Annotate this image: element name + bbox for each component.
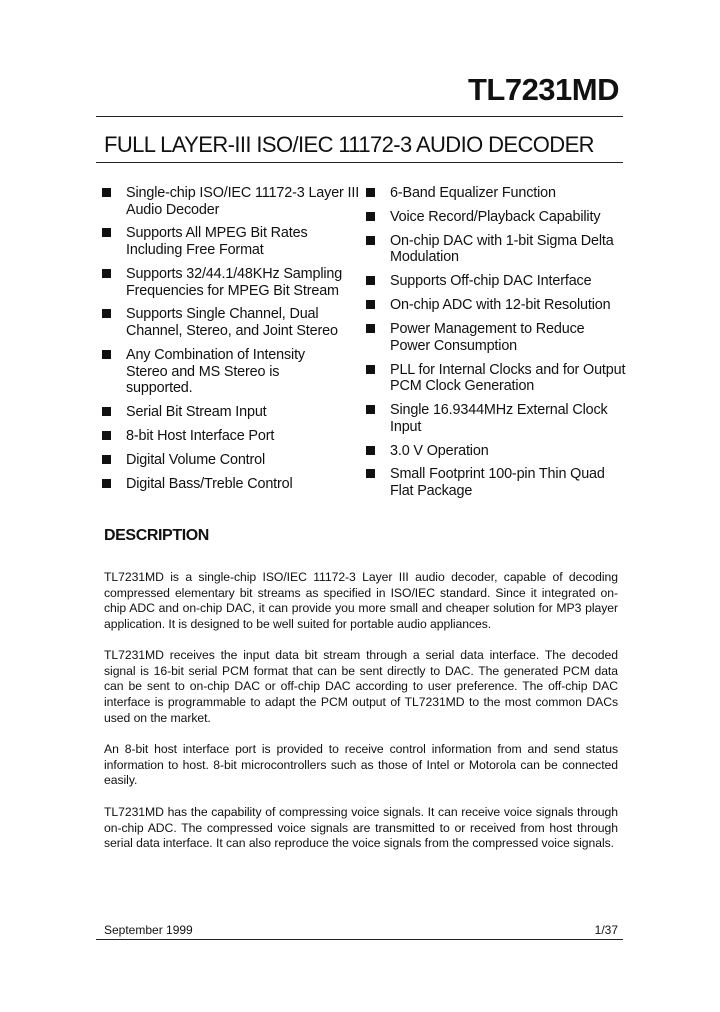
feature-text: 3.0 V Operation <box>390 442 489 459</box>
feature-text: 6-Band Equalizer Function <box>390 185 556 201</box>
feature-item: Power Management to Reduce Power Consump… <box>364 321 626 354</box>
feature-text: Single-chip ISO/IEC 11172-3 Layer III Au… <box>126 185 360 218</box>
square-bullet-icon <box>366 276 375 286</box>
feature-text: Single 16.9344MHz External Clock Input <box>390 402 608 435</box>
description-paragraph: TL7231MD is a single-chip ISO/IEC 11172-… <box>104 570 618 632</box>
feature-text: Supports All MPEG Bit Rates Including Fr… <box>126 225 308 259</box>
feature-item: Single 16.9344MHz External Clock Input <box>364 402 626 435</box>
feature-item: Digital Bass/Treble Control <box>100 476 362 493</box>
square-bullet-icon <box>366 469 375 479</box>
feature-text: Supports 32/44.1/48KHz Sampling Frequenc… <box>126 265 343 299</box>
description-paragraph: An 8-bit host interface port is provided… <box>104 742 618 788</box>
feature-text: 8-bit Host Interface Port <box>126 427 275 444</box>
feature-text: Voice Record/Playback Capability <box>390 208 601 225</box>
feature-text: On-chip ADC with 12-bit Resolution <box>390 297 611 314</box>
feature-item: Serial Bit Stream Input <box>100 404 362 421</box>
square-bullet-icon <box>102 349 111 359</box>
feature-text: Digital Bass/Treble Control <box>126 475 293 492</box>
feature-text: On-chip DAC with 1-bit Sigma Delta Modul… <box>390 232 614 266</box>
features-left-column: Single-chip ISO/IEC 11172-3 Layer III Au… <box>100 185 362 500</box>
square-bullet-icon <box>366 211 375 221</box>
feature-text: Supports Single Channel, Dual Channel, S… <box>126 306 338 340</box>
header-rule-bottom <box>96 162 623 163</box>
feature-item: 3.0 V Operation <box>364 443 626 460</box>
footer-page-number: 1/37 <box>594 923 618 937</box>
feature-item: On-chip DAC with 1-bit Sigma Delta Modul… <box>364 233 626 266</box>
feature-text: Digital Volume Control <box>126 451 266 468</box>
feature-item: PLL for Internal Clocks and for Output P… <box>364 362 626 395</box>
feature-item: Supports All MPEG Bit Rates Including Fr… <box>100 225 362 258</box>
square-bullet-icon <box>102 309 111 319</box>
feature-text: Small Footprint 100-pin Thin Quad Flat P… <box>390 466 605 499</box>
square-bullet-icon <box>366 364 375 374</box>
feature-item: Single-chip ISO/IEC 11172-3 Layer III Au… <box>100 185 362 218</box>
datasheet-page: TL7231MD FULL LAYER-III ISO/IEC 11172-3 … <box>0 0 720 1012</box>
feature-item: Small Footprint 100-pin Thin Quad Flat P… <box>364 466 626 499</box>
feature-item: Supports Off-chip DAC Interface <box>364 273 626 290</box>
document-subtitle: FULL LAYER-III ISO/IEC 11172-3 AUDIO DEC… <box>104 132 595 157</box>
square-bullet-icon <box>366 188 375 197</box>
square-bullet-icon <box>102 478 111 488</box>
header-rule-top <box>96 116 623 117</box>
part-number-title: TL7231MD <box>467 72 620 107</box>
description-paragraph: TL7231MD has the capability of compressi… <box>104 805 618 851</box>
feature-item: Supports 32/44.1/48KHz Sampling Frequenc… <box>100 266 362 299</box>
square-bullet-icon <box>102 430 111 440</box>
footer-date: September 1999 <box>104 923 193 937</box>
square-bullet-icon <box>102 188 111 197</box>
description-paragraph: TL7231MD receives the input data bit str… <box>104 648 618 725</box>
feature-item: On-chip ADC with 12-bit Resolution <box>364 297 626 314</box>
square-bullet-icon <box>102 268 111 278</box>
description-heading: DESCRIPTION <box>104 527 209 544</box>
feature-item: Any Combination of Intensity Stereo and … <box>100 347 362 397</box>
feature-item: Digital Volume Control <box>100 452 362 469</box>
square-bullet-icon <box>102 407 111 417</box>
feature-text: PLL for Internal Clocks and for Output P… <box>390 361 626 395</box>
square-bullet-icon <box>366 300 375 310</box>
feature-text: Supports Off-chip DAC Interface <box>390 273 592 290</box>
footer-rule <box>96 939 623 940</box>
feature-item: Voice Record/Playback Capability <box>364 209 626 226</box>
square-bullet-icon <box>366 235 375 245</box>
square-bullet-icon <box>366 324 375 334</box>
feature-text: Any Combination of Intensity Stereo and … <box>126 346 305 397</box>
square-bullet-icon <box>102 454 111 464</box>
square-bullet-icon <box>102 228 111 238</box>
feature-item: 8-bit Host Interface Port <box>100 428 362 445</box>
feature-text: Power Management to Reduce Power Consump… <box>390 321 585 354</box>
features-right-column: 6-Band Equalizer Function Voice Record/P… <box>364 185 626 507</box>
square-bullet-icon <box>366 405 375 415</box>
square-bullet-icon <box>366 445 375 455</box>
feature-text: Serial Bit Stream Input <box>126 404 267 421</box>
feature-item: Supports Single Channel, Dual Channel, S… <box>100 306 362 339</box>
feature-item: 6-Band Equalizer Function <box>364 185 626 202</box>
